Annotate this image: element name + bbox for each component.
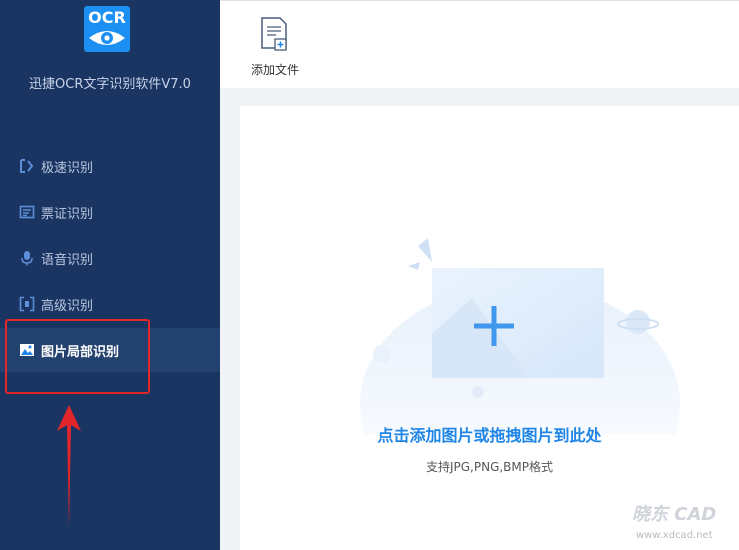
fast-scan-icon bbox=[18, 157, 36, 175]
sidebar-item-voice-recognition[interactable]: 语音识别 bbox=[0, 236, 220, 280]
advanced-scan-icon bbox=[18, 295, 36, 313]
add-file-label: 添加文件 bbox=[250, 63, 299, 77]
toolbar: 添加文件 bbox=[220, 0, 739, 88]
watermark-url: www.xdcad.net bbox=[636, 530, 713, 541]
drop-area-subtitle: 支持JPG,PNG,BMP格式 bbox=[425, 460, 554, 474]
add-file-button[interactable]: 添加文件 bbox=[248, 15, 302, 81]
watermark-logo-text: 晓东 CAD bbox=[632, 504, 717, 525]
upload-illustration bbox=[360, 238, 680, 434]
image-drop-area[interactable]: 点击添加图片或拖拽图片到此处 支持JPG,PNG,BMP格式 bbox=[240, 106, 739, 550]
sidebar-item-fast-recognition[interactable]: 极速识别 bbox=[0, 144, 220, 188]
app-title: 迅捷OCR文字识别软件V7.0 bbox=[29, 77, 191, 92]
sidebar-item-label: 票证识别 bbox=[41, 206, 94, 222]
eye-icon bbox=[89, 31, 125, 45]
logo-text: OCR bbox=[88, 8, 126, 27]
ticket-icon bbox=[18, 203, 36, 221]
ocr-logo: OCR bbox=[84, 6, 130, 52]
add-document-icon bbox=[261, 17, 287, 51]
sidebar-item-ticket-recognition[interactable]: 票证识别 bbox=[0, 190, 220, 234]
annotation-arrow-icon bbox=[57, 405, 81, 527]
sidebar-item-label: 语音识别 bbox=[41, 252, 94, 268]
sidebar-item-label: 极速识别 bbox=[41, 160, 94, 176]
microphone-icon bbox=[18, 249, 36, 267]
annotation-highlight-box bbox=[5, 319, 150, 394]
sidebar: OCR 迅捷OCR文字识别软件V7.0 极速识别 票证识别 语音识别 高级识别 bbox=[0, 0, 220, 550]
drop-area-title: 点击添加图片或拖拽图片到此处 bbox=[377, 426, 602, 445]
sidebar-item-label: 高级识别 bbox=[41, 298, 94, 314]
watermark: 晓东 CAD www.xdcad.net bbox=[632, 498, 739, 550]
